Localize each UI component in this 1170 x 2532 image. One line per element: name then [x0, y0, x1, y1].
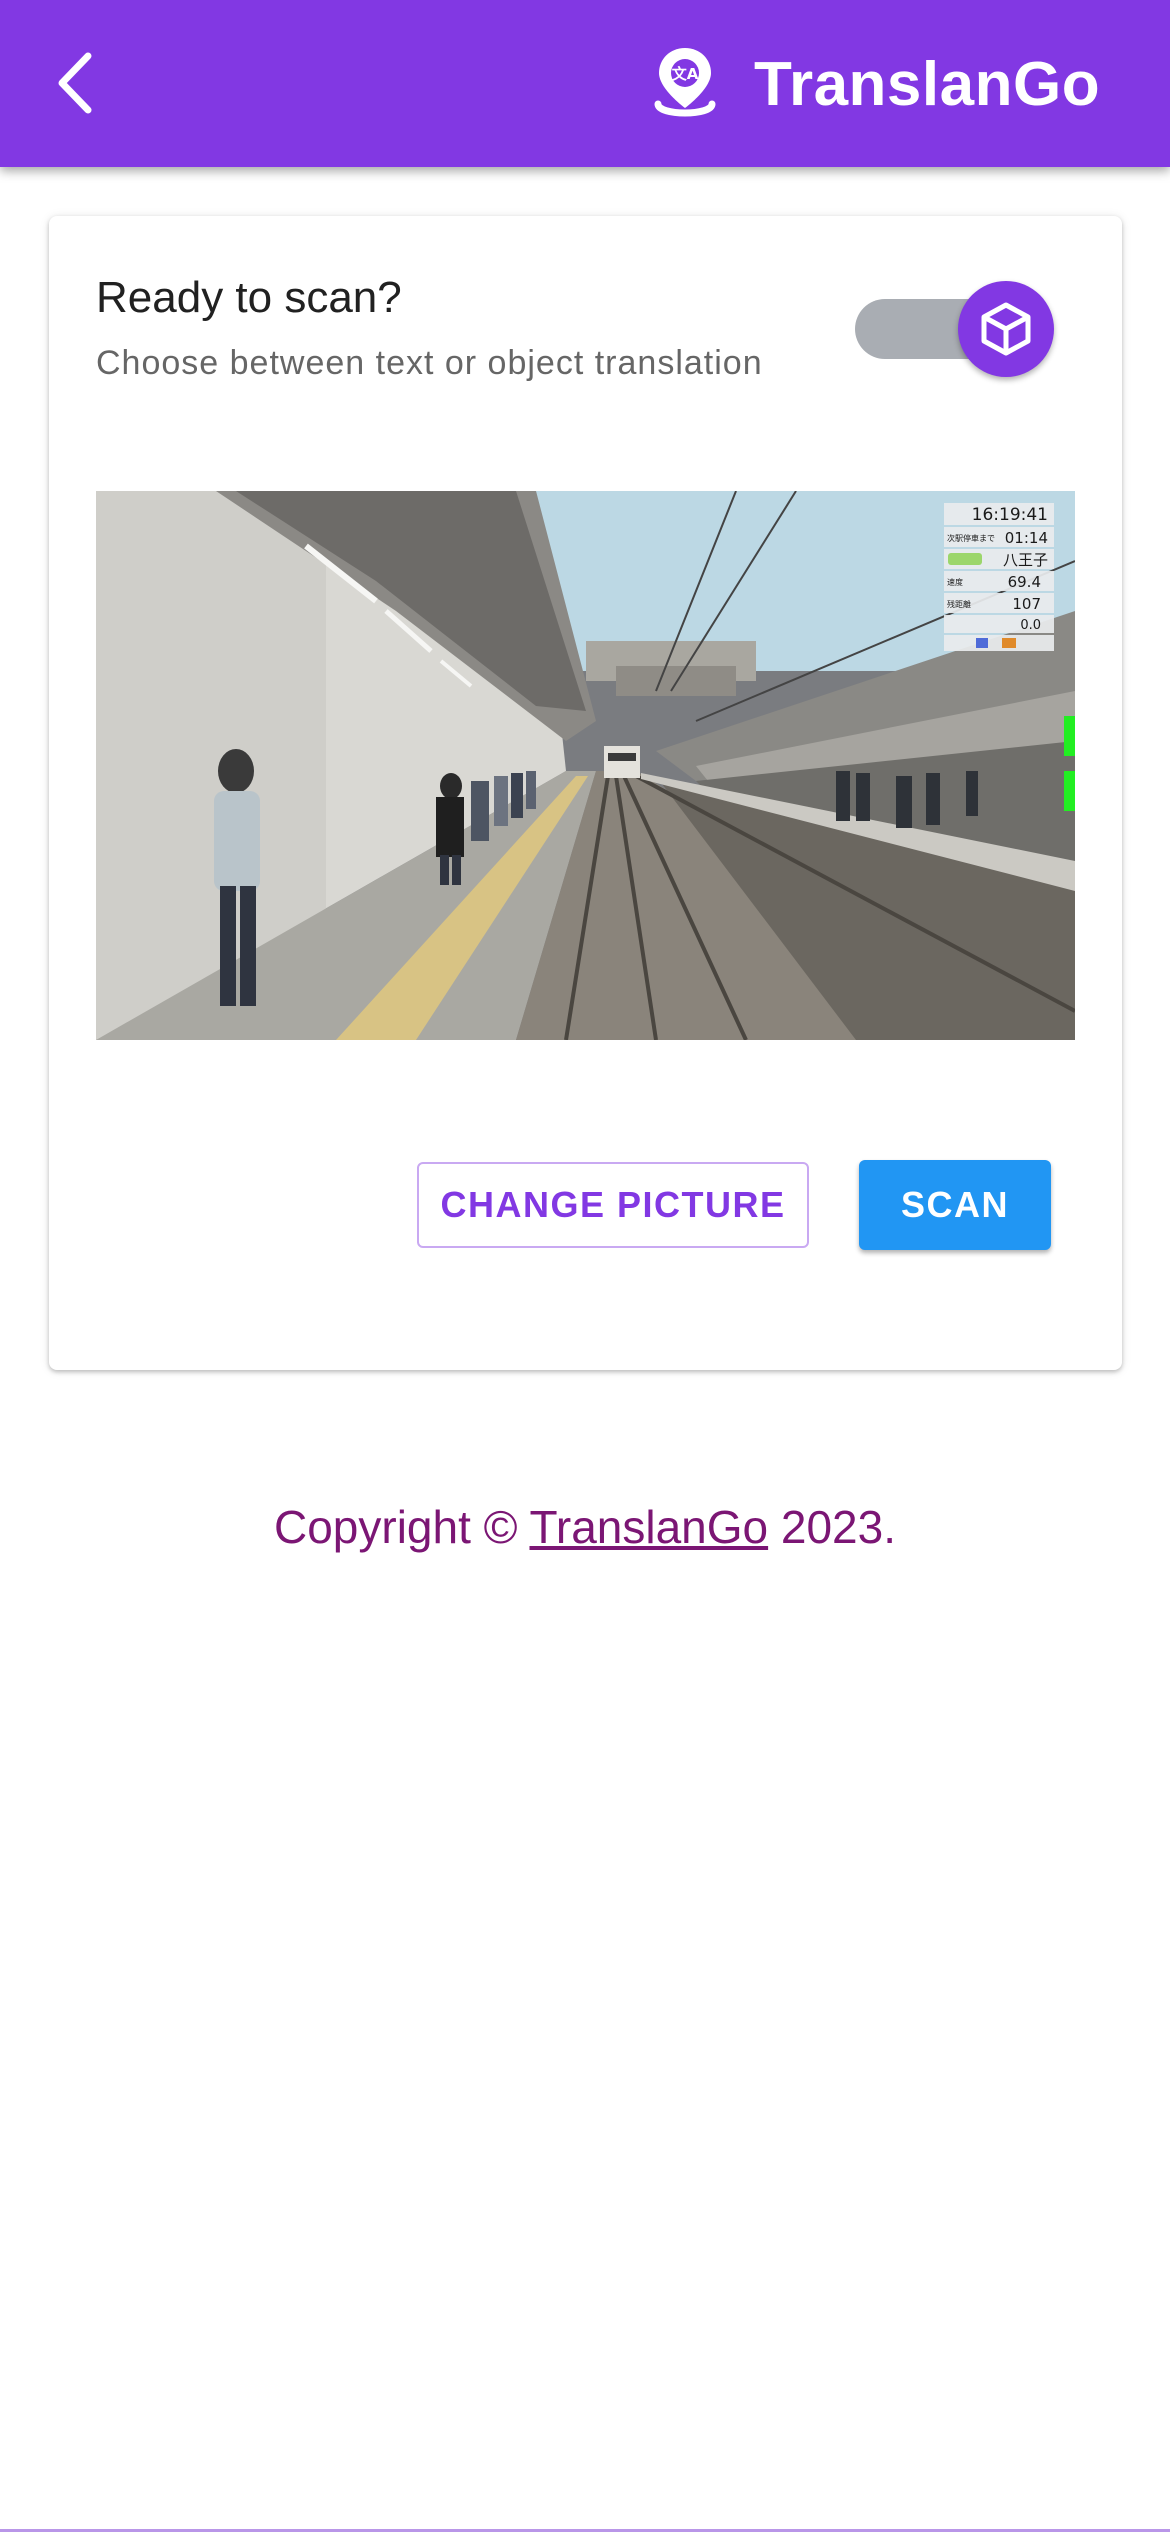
scan-card: Ready to scan? Choose between text or ob… [49, 216, 1122, 1370]
hud-time: 16:19:41 [972, 505, 1048, 525]
card-title: Ready to scan? [96, 273, 402, 322]
translation-mode-toggle[interactable] [855, 279, 1055, 379]
chevron-left-icon [58, 52, 92, 114]
hud-row4-value: 107 [1012, 595, 1041, 613]
train-station-photo: 16:19:41 次駅停車まで 01:14 八王子 速度 69.4 残距離 10… [96, 491, 1075, 1040]
hud-row4-label: 残距離 [947, 599, 971, 609]
hud-row2-label: 八王子 [1003, 551, 1048, 569]
app-bar: 文A TranslanGo [0, 0, 1170, 167]
hud-row3-value: 69.4 [1008, 573, 1041, 591]
copyright-prefix: Copyright © [273, 1501, 518, 1553]
brand: 文A TranslanGo [650, 40, 1100, 128]
card-subtitle: Choose between text or object translatio… [96, 344, 763, 382]
hud-row3-label: 速度 [947, 577, 963, 587]
hud-row1-value: 01:14 [1005, 529, 1048, 547]
hud-row5-value: 0.0 [1020, 618, 1041, 633]
change-picture-button[interactable]: CHANGE PICTURE [417, 1162, 809, 1248]
copyright-year: 2023. [780, 1501, 897, 1553]
back-button[interactable] [30, 38, 120, 128]
map-pin-translate-icon: 文A [654, 48, 716, 117]
cube-icon [981, 302, 1031, 356]
svg-text:文A: 文A [672, 65, 699, 83]
image-preview: 16:19:41 次駅停車まで 01:14 八王子 速度 69.4 残距離 10… [96, 491, 1075, 1040]
app-title: TranslanGo [754, 49, 1101, 119]
toggle-thumb[interactable] [958, 281, 1054, 377]
hud-row1-label: 次駅停車まで [947, 533, 995, 543]
copyright-footer: Copyright © TranslanGo 2023. [0, 1500, 1170, 1554]
translango-link[interactable]: TranslanGo [529, 1501, 768, 1553]
scan-button[interactable]: SCAN [859, 1160, 1051, 1250]
